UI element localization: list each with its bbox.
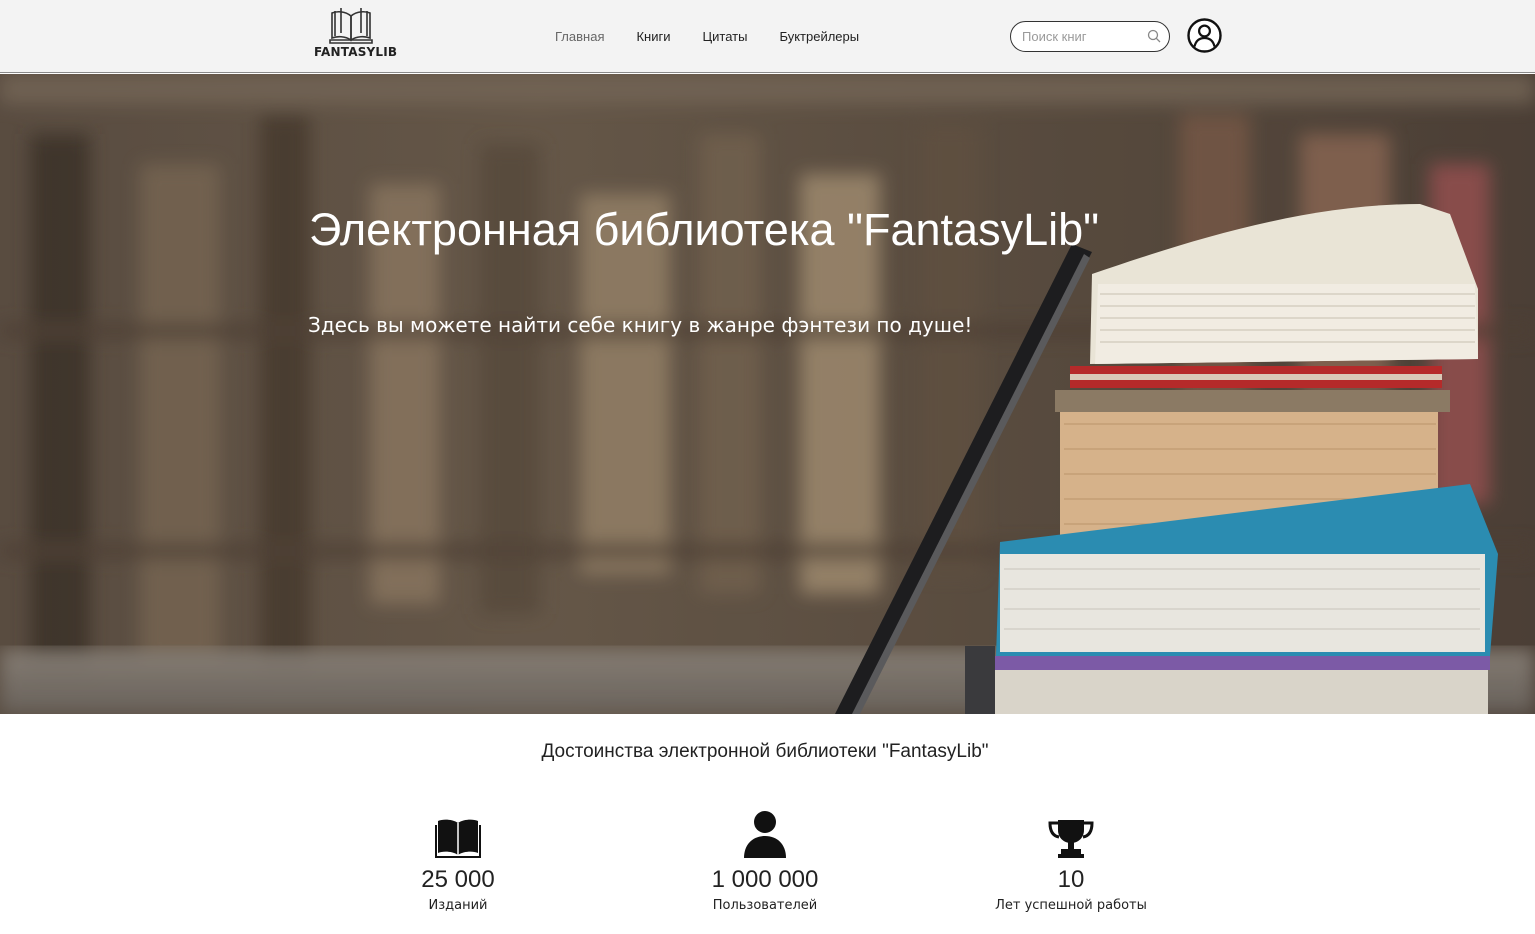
trophy-icon [1048, 820, 1094, 858]
stat-users: 1 000 000 Пользователей [645, 806, 885, 913]
open-book-icon [435, 819, 481, 858]
stat-label: Изданий [428, 898, 488, 913]
nav-item-books[interactable]: Книги [636, 29, 670, 44]
hero-title: Электронная библиотека "FantasyLib" [309, 204, 1100, 255]
hero-background-image [0, 74, 1535, 714]
search-input[interactable] [1022, 28, 1144, 45]
main-nav: Главная Книги Цитаты Буктрейлеры [555, 29, 891, 44]
site-header: FANTASYLIB Главная Книги Цитаты Буктрейл… [0, 0, 1535, 73]
nav-item-booktrailers[interactable]: Буктрейлеры [779, 29, 859, 44]
stat-number: 25 000 [421, 866, 495, 893]
logo[interactable]: FANTASYLIB [314, 6, 398, 66]
user-icon [744, 811, 786, 858]
stat-editions: 25 000 Изданий [338, 806, 578, 913]
stat-years: 10 Лет успешной работы [951, 806, 1191, 913]
user-account-icon[interactable] [1187, 18, 1222, 53]
stat-number: 10 [1057, 866, 1085, 893]
search-icon[interactable] [1147, 29, 1161, 43]
advantages-title: Достоинства электронной библиотеки "Fant… [541, 741, 989, 762]
book-logo-icon [329, 8, 373, 44]
search-box [1010, 21, 1170, 52]
stat-label: Лет успешной работы [995, 898, 1147, 913]
nav-item-quotes[interactable]: Цитаты [703, 29, 748, 44]
nav-item-home[interactable]: Главная [555, 29, 604, 44]
hero-banner: Электронная библиотека "FantasyLib" Здес… [0, 74, 1535, 714]
stat-label: Пользователей [712, 898, 818, 913]
logo-text: FANTASYLIB [314, 45, 398, 59]
stat-number: 1 000 000 [711, 866, 819, 893]
hero-subtitle: Здесь вы можете найти себе книгу в жанре… [308, 313, 973, 337]
